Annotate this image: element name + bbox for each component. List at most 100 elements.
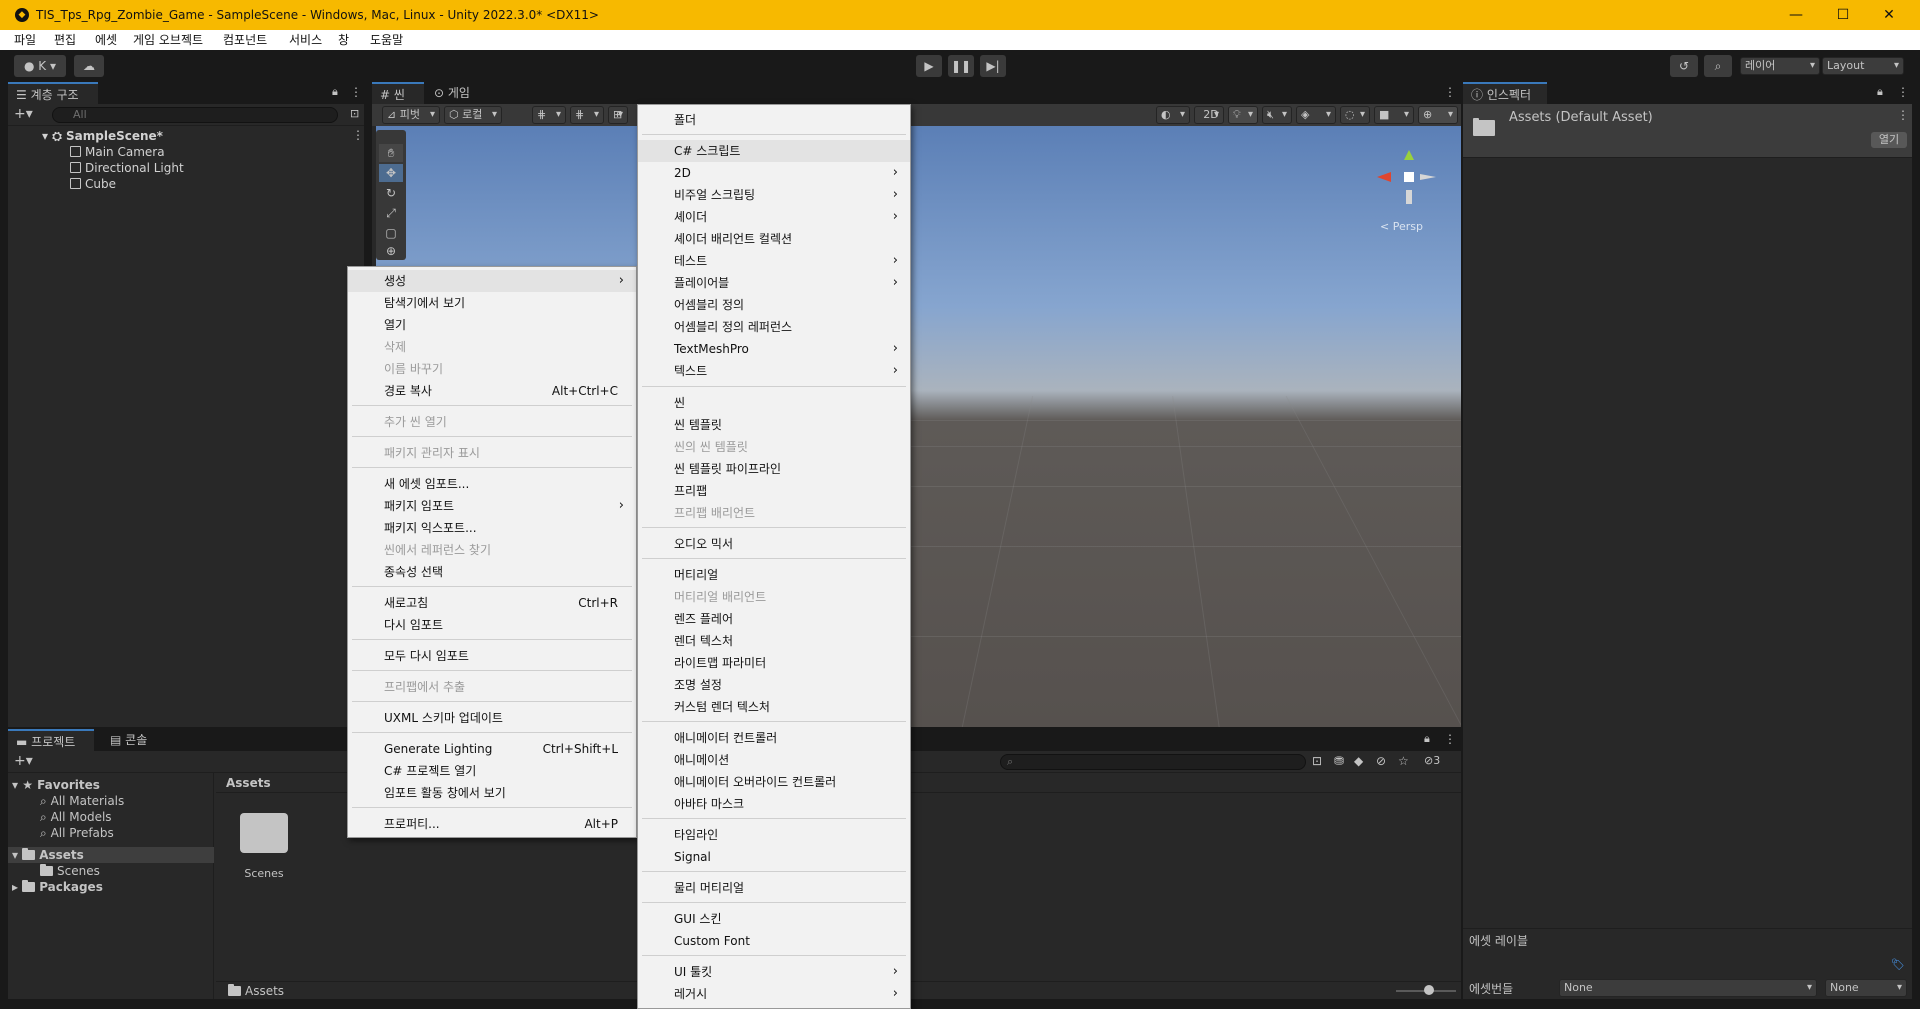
menu-item[interactable]: 씬: [638, 392, 910, 414]
hierarchy-item[interactable]: Cube: [70, 176, 116, 192]
menu-item[interactable]: 셰이더 배리언트 컬렉션: [638, 228, 910, 250]
lock-icon[interactable]: 🔒︎: [1424, 732, 1430, 746]
menu-item[interactable]: 프리팹: [638, 480, 910, 502]
menu-item[interactable]: 프로퍼티... Alt+P: [348, 813, 636, 835]
menu-item[interactable]: 다시 임포트: [348, 614, 636, 636]
tab-game[interactable]: ⊙ 게임: [426, 82, 486, 104]
menu-gameobject[interactable]: 게임 오브젝트: [133, 30, 203, 50]
zoom-slider-thumb[interactable]: [1424, 985, 1434, 995]
more-icon[interactable]: ⋮: [1897, 85, 1909, 99]
add-asset-button[interactable]: +▾: [14, 753, 33, 769]
x-axis-handle[interactable]: [1377, 172, 1391, 182]
more-icon[interactable]: ⋮: [1444, 732, 1456, 746]
rotate-tool-icon[interactable]: ↻: [379, 184, 403, 202]
menu-item[interactable]: 오디오 믹서: [638, 533, 910, 555]
draw-mode-dropdown[interactable]: ◐: [1156, 106, 1190, 124]
menu-item[interactable]: 종속성 선택: [348, 561, 636, 583]
menu-item[interactable]: 어셈블리 정의 레퍼런스: [638, 316, 910, 338]
favorite-item[interactable]: ⌕ All Prefabs: [40, 825, 114, 841]
asset-variant-dropdown[interactable]: None: [1825, 979, 1907, 997]
tab-project[interactable]: ▬ 프로젝트: [8, 729, 94, 751]
menu-item[interactable]: C# 스크립트: [638, 140, 910, 162]
favorite-item[interactable]: ⌕ All Models: [40, 809, 112, 825]
assets-root-item[interactable]: ▾ Assets: [8, 847, 214, 863]
transform-tool-icon[interactable]: ⊕: [379, 244, 403, 258]
menu-item[interactable]: 모두 다시 임포트: [348, 645, 636, 667]
menu-item[interactable]: 텍스트 ›: [638, 360, 910, 382]
y-axis-handle[interactable]: [1404, 150, 1414, 160]
tab-scene[interactable]: # 씬: [372, 82, 424, 104]
folder-item[interactable]: Scenes: [40, 863, 100, 879]
menu-item[interactable]: TextMeshPro ›: [638, 338, 910, 360]
hand-tool-icon[interactable]: ✋︎: [379, 144, 403, 162]
label-icon[interactable]: ◆: [1354, 754, 1363, 768]
2d-toggle[interactable]: 2D: [1194, 106, 1224, 124]
more-icon[interactable]: ⋮: [350, 85, 362, 99]
hierarchy-item[interactable]: Main Camera: [70, 144, 165, 160]
lock-icon[interactable]: 🔒︎: [1877, 85, 1883, 99]
persp-label[interactable]: < Persp: [1380, 220, 1423, 233]
cloud-button[interactable]: ☁: [74, 55, 104, 77]
increment-snap-button[interactable]: ⊞: [608, 106, 628, 124]
asset-more-icon[interactable]: ⋮: [1897, 108, 1909, 122]
menu-item[interactable]: 라이트맵 파라미터: [638, 652, 910, 674]
lighting-toggle[interactable]: 💡︎: [1228, 106, 1258, 124]
close-button[interactable]: ✕: [1866, 0, 1912, 30]
tab-console[interactable]: ▤ 콘솔: [102, 729, 168, 751]
gizmos-dropdown[interactable]: ⊕: [1418, 106, 1458, 124]
menu-item[interactable]: 애니메이터 오버라이드 컨트롤러: [638, 771, 910, 793]
menu-item[interactable]: 아바타 마스크: [638, 793, 910, 815]
maximize-button[interactable]: ☐: [1820, 0, 1866, 30]
menu-item[interactable]: 커스텀 렌더 텍스처: [638, 696, 910, 718]
play-button[interactable]: ▶: [916, 55, 942, 77]
account-dropdown[interactable]: ● K ▾: [14, 55, 66, 77]
menu-item[interactable]: 머티리얼: [638, 564, 910, 586]
menu-item[interactable]: 탐색기에서 보기: [348, 292, 636, 314]
neg-y-handle[interactable]: [1406, 190, 1412, 204]
asset-tile[interactable]: Scenes: [234, 809, 294, 889]
minimize-button[interactable]: —: [1773, 0, 1819, 30]
star-icon[interactable]: ☆: [1398, 754, 1409, 768]
menu-item[interactable]: 임포트 활동 창에서 보기: [348, 782, 636, 804]
menu-services[interactable]: 서비스: [289, 30, 322, 50]
menu-item[interactable]: 애니메이션: [638, 749, 910, 771]
menu-item[interactable]: Custom Font: [638, 930, 910, 952]
filter-by-label-icon[interactable]: ⛃: [1334, 754, 1344, 768]
filter-icon[interactable]: ⊡: [350, 107, 359, 120]
menu-edit[interactable]: 편집: [54, 30, 76, 50]
hierarchy-search-input[interactable]: All: [52, 107, 338, 123]
project-search-input[interactable]: ⌕: [1000, 754, 1306, 770]
tab-inspector[interactable]: ⓘ 인스펙터: [1463, 82, 1547, 104]
menu-item[interactable]: 타임라인: [638, 824, 910, 846]
menu-item[interactable]: 조명 설정: [638, 674, 910, 696]
layers-dropdown[interactable]: 레이어: [1740, 57, 1820, 75]
menu-item[interactable]: 2D ›: [638, 162, 910, 184]
menu-item[interactable]: 새 에셋 임포트...: [348, 473, 636, 495]
history-button[interactable]: ↺: [1670, 55, 1698, 77]
menu-component[interactable]: 컴포넌트: [223, 30, 267, 50]
search-button[interactable]: ⌕: [1704, 55, 1732, 77]
menu-item[interactable]: 패키지 익스포트...: [348, 517, 636, 539]
menu-help[interactable]: 도움말: [370, 30, 403, 50]
grid-snap-dropdown[interactable]: ⋕: [532, 106, 566, 124]
add-button[interactable]: +▾: [14, 106, 33, 122]
menu-item[interactable]: 애니메이터 컨트롤러: [638, 727, 910, 749]
effects-dropdown[interactable]: ◈: [1296, 106, 1336, 124]
camera-dropdown[interactable]: ■: [1374, 106, 1414, 124]
visibility-toggle[interactable]: ◌: [1340, 106, 1370, 124]
menu-item[interactable]: 씬 템플릿 파이프라인: [638, 458, 910, 480]
menu-item[interactable]: UXML 스키마 업데이트: [348, 707, 636, 729]
menu-item[interactable]: 플레이어블 ›: [638, 272, 910, 294]
scene-more-icon[interactable]: ⋮: [352, 128, 364, 142]
center-handle[interactable]: [1404, 172, 1414, 182]
menu-item[interactable]: 비주얼 스크립팅 ›: [638, 184, 910, 206]
menu-item[interactable]: GUI 스킨: [638, 908, 910, 930]
menu-item[interactable]: 씬 템플릿: [638, 414, 910, 436]
step-button[interactable]: ▶|: [980, 55, 1006, 77]
menu-window[interactable]: 창: [338, 30, 349, 50]
tab-hierarchy[interactable]: ☰ 계층 구조: [8, 82, 98, 104]
tag-icon[interactable]: 🏷︎: [1891, 958, 1905, 971]
rect-tool-icon[interactable]: ▢: [379, 224, 403, 242]
menu-item[interactable]: Signal: [638, 846, 910, 868]
layout-dropdown[interactable]: Layout: [1822, 57, 1904, 75]
